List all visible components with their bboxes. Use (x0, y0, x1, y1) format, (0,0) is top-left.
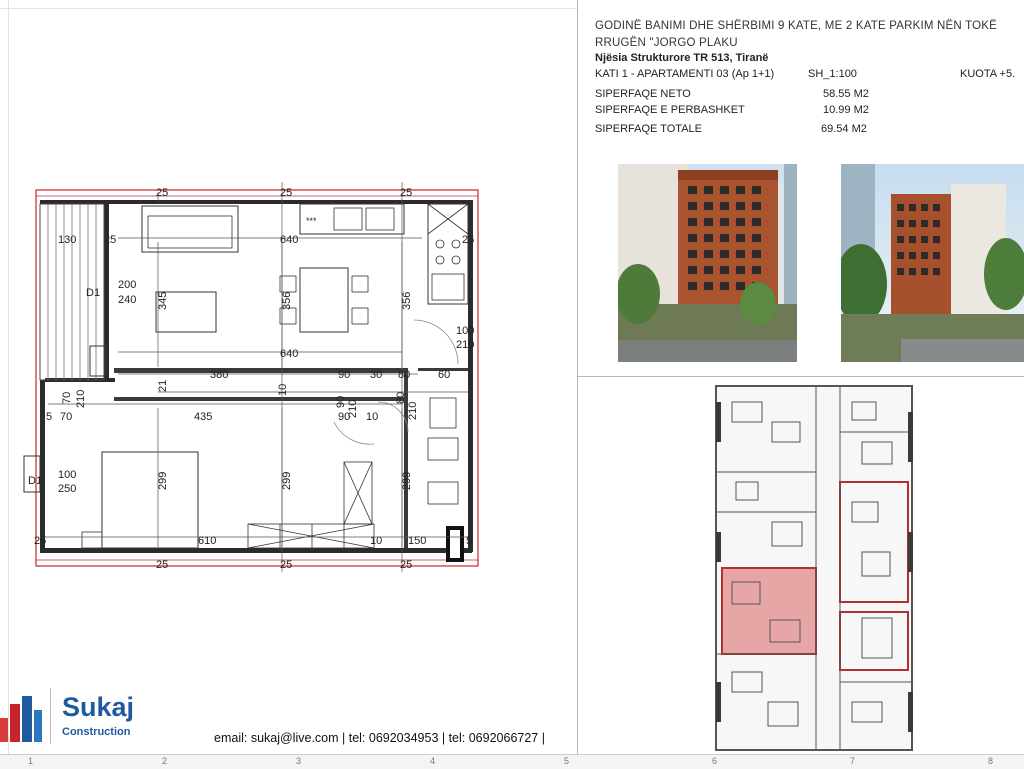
project-title-line2: RRUGËN "JORGO PLAKU (595, 37, 738, 49)
dim-90-a: 90 (338, 369, 350, 381)
dim-25-left: 25 (34, 535, 46, 547)
ruler-2: 2 (162, 756, 168, 766)
logo-name: Sukaj (62, 692, 135, 722)
dim-100-door: 100 (456, 325, 474, 337)
ruler-6: 6 (712, 756, 718, 766)
dim-299-c: 299 (401, 472, 413, 490)
structural-unit: Njësia Strukturore TR 513, Tiranë (595, 52, 769, 64)
dim-25-e: 25 (462, 234, 474, 246)
dim-299-a: 299 (157, 472, 169, 490)
dim-240: 240 (118, 294, 136, 306)
area-common-label: SIPERFAQE E PERBASHKET (595, 104, 745, 116)
dim-90-b: 90 (338, 411, 350, 423)
label-d1-bottom: D1 (28, 475, 42, 487)
dim-356-a: 356 (281, 292, 293, 310)
dim-210-rot-a: 210 (75, 390, 87, 408)
dim-25-bottom-a: 25 (156, 559, 168, 571)
logo-sub: Construction (62, 726, 131, 738)
dim-25-d: 25 (104, 234, 116, 246)
dim-60: 60 (438, 369, 450, 381)
buildings-icon (0, 696, 42, 742)
dim-10-b: 10 (370, 535, 382, 547)
ruler-5: 5 (564, 756, 570, 766)
area-net-value: 58.55 M2 (823, 88, 869, 100)
floor-key-plan (712, 382, 917, 754)
page-ruler: 1 2 3 4 5 6 7 8 (0, 754, 1024, 769)
dim-640-mid: 640 (280, 348, 298, 360)
dim-25-top-b: 25 (280, 187, 292, 199)
dim-21: 21 (157, 380, 169, 392)
logo-divider (50, 688, 51, 744)
area-total-value: 69.54 M2 (821, 123, 867, 135)
dim-25-top-a: 25 (156, 187, 168, 199)
highlighted-apartment (721, 567, 817, 655)
ruler-8: 8 (988, 756, 994, 766)
dim-80-rot: 80 (395, 392, 407, 404)
dim-200: 200 (118, 279, 136, 291)
project-title-line1: GODINË BANIMI DHE SHËRBIMI 9 KATE, ME 2 … (595, 20, 998, 32)
dim-25-bottom-c: 25 (400, 559, 412, 571)
section-divider (577, 376, 1024, 377)
dim-70-rot: 70 (61, 392, 73, 404)
page-margin-line (8, 0, 9, 754)
dim-640-top: 640 (280, 234, 298, 246)
contact-info: email: sukaj@live.com | tel: 0692034953 … (214, 731, 545, 745)
dim-30: 30 (370, 369, 382, 381)
dim-210-door: 210 (456, 339, 474, 351)
building-render-2 (841, 164, 1024, 362)
dim-610: 610 (198, 535, 216, 547)
page-margin-line-top (0, 8, 577, 9)
dim-150: 150 (408, 535, 426, 547)
dim-356-b: 356 (401, 292, 413, 310)
dim-345: 345 (157, 292, 169, 310)
dim-380: 380 (210, 369, 228, 381)
ruler-3: 3 (296, 756, 302, 766)
level-label: KUOTA +5. (960, 68, 1016, 80)
ruler-4: 4 (430, 756, 436, 766)
dim-25-top-c: 25 (400, 187, 412, 199)
dim-299-b: 299 (281, 472, 293, 490)
dim-80-a: 80 (398, 369, 410, 381)
dim-10-a: 10 (366, 411, 378, 423)
dim-435: 435 (194, 411, 212, 423)
appliance-stars: *** (306, 216, 317, 226)
dim-210-rot-c: 210 (407, 402, 419, 420)
area-net-label: SIPERFAQE NETO (595, 88, 691, 100)
dim-10-rot: 10 (277, 384, 289, 396)
building-render-1 (618, 164, 797, 362)
area-common-value: 10.99 M2 (823, 104, 869, 116)
dim-100-window: 100 (58, 469, 76, 481)
company-logo: Sukaj Construction (0, 688, 160, 748)
ruler-1: 1 (28, 756, 34, 766)
label-d1-top: D1 (86, 287, 100, 299)
dim-5-b: 5 (466, 535, 472, 547)
floor-apartment: KATI 1 - APARTAMENTI 03 (Ap 1+1) (595, 68, 775, 80)
dim-25-bottom-b: 25 (280, 559, 292, 571)
dim-70: 70 (60, 411, 72, 423)
dim-5: 5 (46, 411, 52, 423)
dim-250: 250 (58, 483, 76, 495)
ruler-7: 7 (850, 756, 856, 766)
area-total-label: SIPERFAQE TOTALE (595, 123, 702, 135)
dim-130: 130 (58, 234, 76, 246)
dim-90-rot-a: 90 (335, 396, 347, 408)
plan-scale: SH_1:100 (808, 68, 857, 80)
apartment-floor-plan: 25 25 25 130 25 640 25 D1 200 240 345 35… (18, 182, 488, 574)
page-divider (577, 0, 578, 754)
